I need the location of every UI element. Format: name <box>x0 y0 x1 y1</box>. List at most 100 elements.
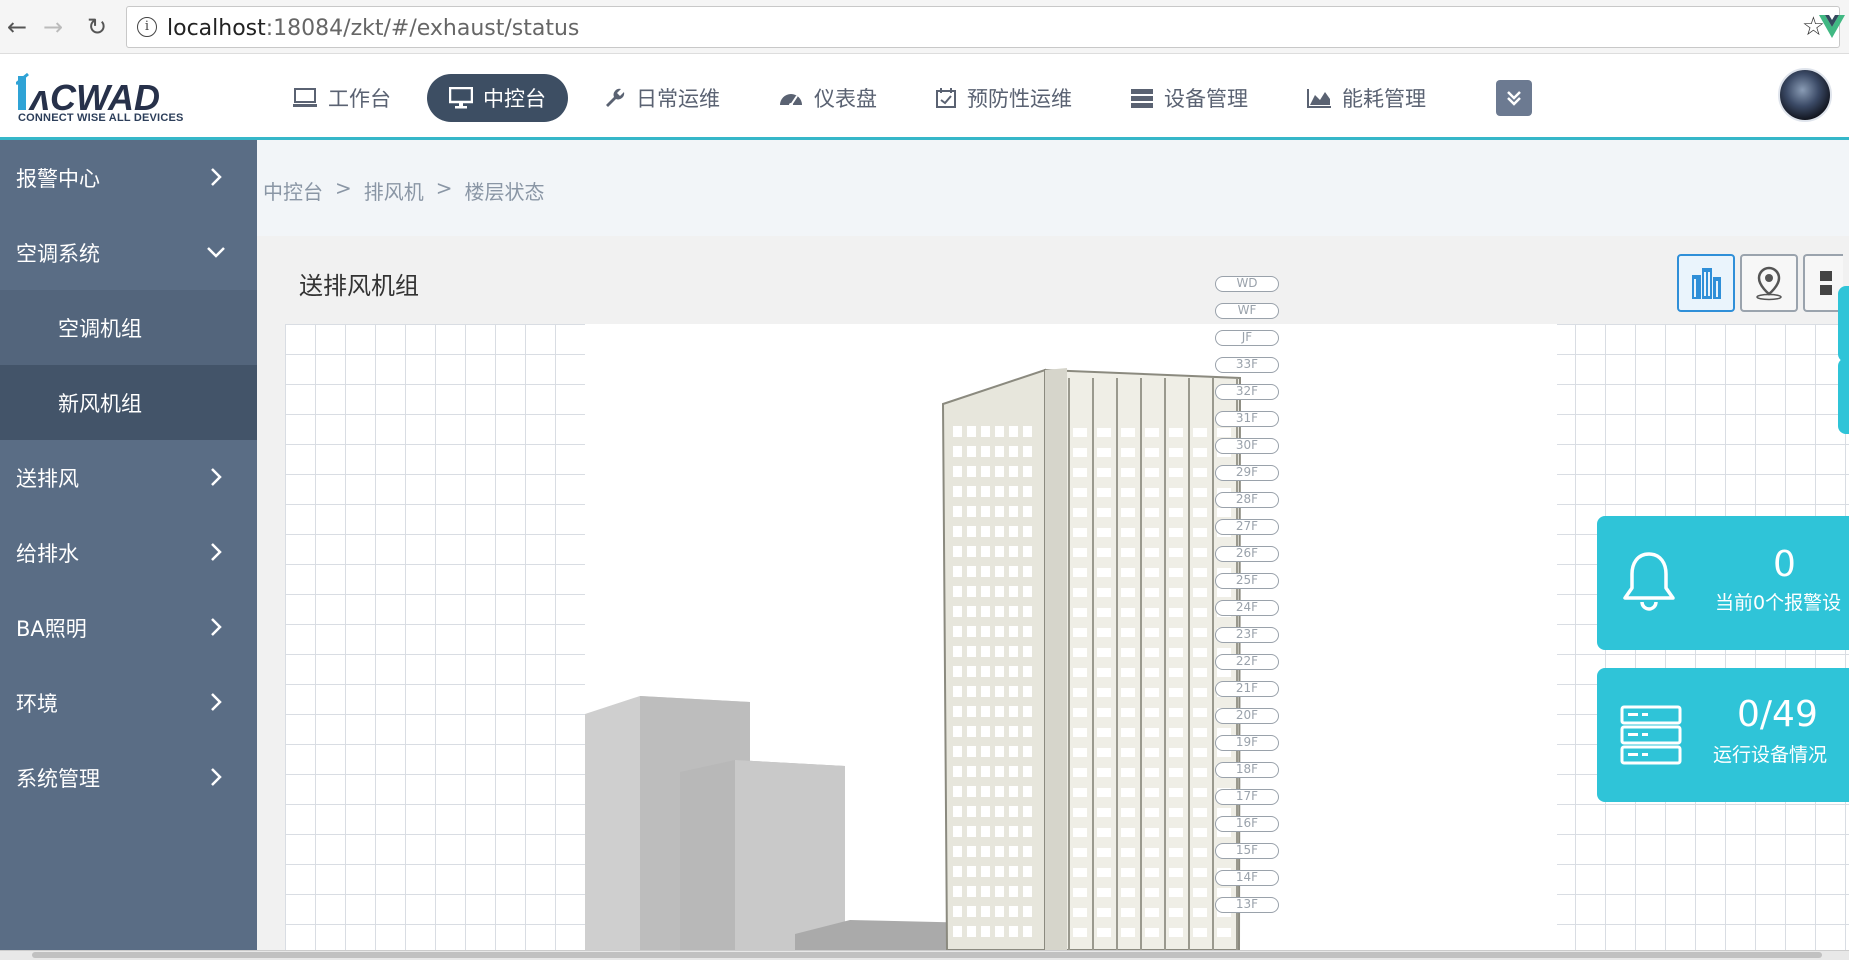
floor-tag[interactable]: 21F <box>1215 681 1279 697</box>
window <box>1023 466 1032 477</box>
window <box>953 786 962 797</box>
forward-arrow-icon[interactable]: → <box>38 12 68 42</box>
window <box>1145 628 1159 637</box>
floor-tag[interactable]: 33F <box>1215 357 1279 373</box>
sidebar-item-lighting[interactable]: BA照明 <box>0 590 257 665</box>
sidebar-item-ahu[interactable]: 空调机组 <box>0 290 257 365</box>
floor-tag[interactable]: 14F <box>1215 870 1279 886</box>
floor-tag[interactable]: 30F <box>1215 438 1279 454</box>
nav-dashboard[interactable]: 仪表盘 <box>756 74 899 122</box>
nav-daily-ops[interactable]: 日常运维 <box>582 74 742 122</box>
window <box>967 686 976 697</box>
window <box>967 446 976 457</box>
floor-tag[interactable]: 25F <box>1215 573 1279 589</box>
nav-workbench[interactable]: 工作台 <box>270 74 413 122</box>
nav-preventive[interactable]: 预防性运维 <box>913 74 1094 122</box>
window <box>1193 848 1207 857</box>
area-chart-icon <box>1307 89 1331 108</box>
sidebar-item-ventilation[interactable]: 送排风 <box>0 440 257 515</box>
right-panel-tab[interactable] <box>1838 286 1849 362</box>
window <box>953 546 962 557</box>
window <box>1121 528 1135 537</box>
window <box>1169 628 1183 637</box>
reload-icon[interactable]: ↻ <box>82 12 112 42</box>
floor-tag[interactable]: 18F <box>1215 762 1279 778</box>
floor-tag[interactable]: 20F <box>1215 708 1279 724</box>
floor-tag[interactable]: 26F <box>1215 546 1279 562</box>
floor-tag[interactable]: 17F <box>1215 789 1279 805</box>
sidebar-item-system[interactable]: 系统管理 <box>0 740 257 815</box>
monitor-outline-icon <box>293 88 317 107</box>
floor-tag[interactable]: 31F <box>1215 411 1279 427</box>
right-panel-tab[interactable] <box>1838 358 1849 434</box>
window <box>1073 688 1087 697</box>
floor-tag[interactable]: 22F <box>1215 654 1279 670</box>
floor-tag[interactable]: JF <box>1215 330 1279 346</box>
top-nav: 工作台 中控台 日常运维 仪表盘 预防性运维 设备管理 能耗管理 <box>270 74 1532 122</box>
sidebar-item-alarm-center[interactable]: 报警中心 <box>0 140 257 215</box>
breadcrumb-item[interactable]: 排风机 <box>364 176 424 205</box>
floor-tag[interactable]: 19F <box>1215 735 1279 751</box>
info-icon[interactable]: i <box>137 17 157 37</box>
alarm-stat-card[interactable]: 0 当前0个报警设 <box>1597 516 1849 650</box>
sidebar-item-hvac[interactable]: 空调系统 <box>0 215 257 290</box>
floor-tag[interactable]: WD <box>1215 276 1279 292</box>
floor-tag[interactable]: 16F <box>1215 816 1279 832</box>
url-text[interactable]: localhost:18084/zkt/#/exhaust/status <box>167 16 579 41</box>
window <box>1023 646 1032 657</box>
back-arrow-icon[interactable]: ← <box>2 12 32 42</box>
nav-control-center[interactable]: 中控台 <box>427 74 568 122</box>
window <box>1145 448 1159 457</box>
scrollbar-thumb[interactable] <box>32 952 1822 958</box>
horizontal-scrollbar[interactable] <box>0 950 1849 960</box>
window <box>1145 888 1159 897</box>
floor-tag[interactable]: 23F <box>1215 627 1279 643</box>
window <box>981 486 990 497</box>
sidebar-item-fresh-air[interactable]: 新风机组 <box>0 365 257 440</box>
sidebar-item-environment[interactable]: 环境 <box>0 665 257 740</box>
floor-tag[interactable]: 24F <box>1215 600 1279 616</box>
floor-tag[interactable]: 28F <box>1215 492 1279 508</box>
floor-tag[interactable]: WF <box>1215 303 1279 319</box>
window <box>967 806 976 817</box>
grid-view-button[interactable] <box>1803 254 1843 312</box>
floor-tag[interactable]: 27F <box>1215 519 1279 535</box>
nav-energy[interactable]: 能耗管理 <box>1284 74 1448 122</box>
floor-tag[interactable]: 13F <box>1215 897 1279 913</box>
building-view-button[interactable] <box>1677 254 1735 312</box>
building-3d-view[interactable] <box>585 324 1557 950</box>
wrench-icon <box>606 88 625 107</box>
sidebar-item-label: 新风机组 <box>58 391 142 416</box>
window <box>1145 528 1159 537</box>
window <box>1169 508 1183 517</box>
bell-icon <box>1623 552 1675 611</box>
address-bar[interactable]: i localhost:18084/zkt/#/exhaust/status ☆ <box>126 6 1840 48</box>
avatar[interactable] <box>1778 68 1832 122</box>
floor-tag[interactable]: 15F <box>1215 843 1279 859</box>
vue-devtools-icon[interactable] <box>1818 12 1846 40</box>
window <box>1097 548 1111 557</box>
floor-tag[interactable]: 29F <box>1215 465 1279 481</box>
floor-tag[interactable]: 32F <box>1215 384 1279 400</box>
window <box>1009 866 1018 877</box>
nav-more-button[interactable] <box>1496 80 1532 116</box>
window <box>995 606 1004 617</box>
window <box>1169 708 1183 717</box>
window <box>1193 668 1207 677</box>
window <box>995 806 1004 817</box>
window <box>1121 588 1135 597</box>
window <box>1145 908 1159 917</box>
map-view-button[interactable] <box>1740 254 1798 312</box>
window <box>995 786 1004 797</box>
window <box>981 726 990 737</box>
device-stat-card[interactable]: 0/49 运行设备情况 <box>1597 668 1849 802</box>
window <box>981 446 990 457</box>
window <box>967 526 976 537</box>
window <box>1121 668 1135 677</box>
chevron-right-icon <box>211 168 222 186</box>
breadcrumb-item[interactable]: 中控台 <box>263 176 323 205</box>
sidebar-item-water[interactable]: 给排水 <box>0 515 257 590</box>
window <box>1193 688 1207 697</box>
window <box>1023 846 1032 857</box>
nav-device-mgmt[interactable]: 设备管理 <box>1108 74 1270 122</box>
